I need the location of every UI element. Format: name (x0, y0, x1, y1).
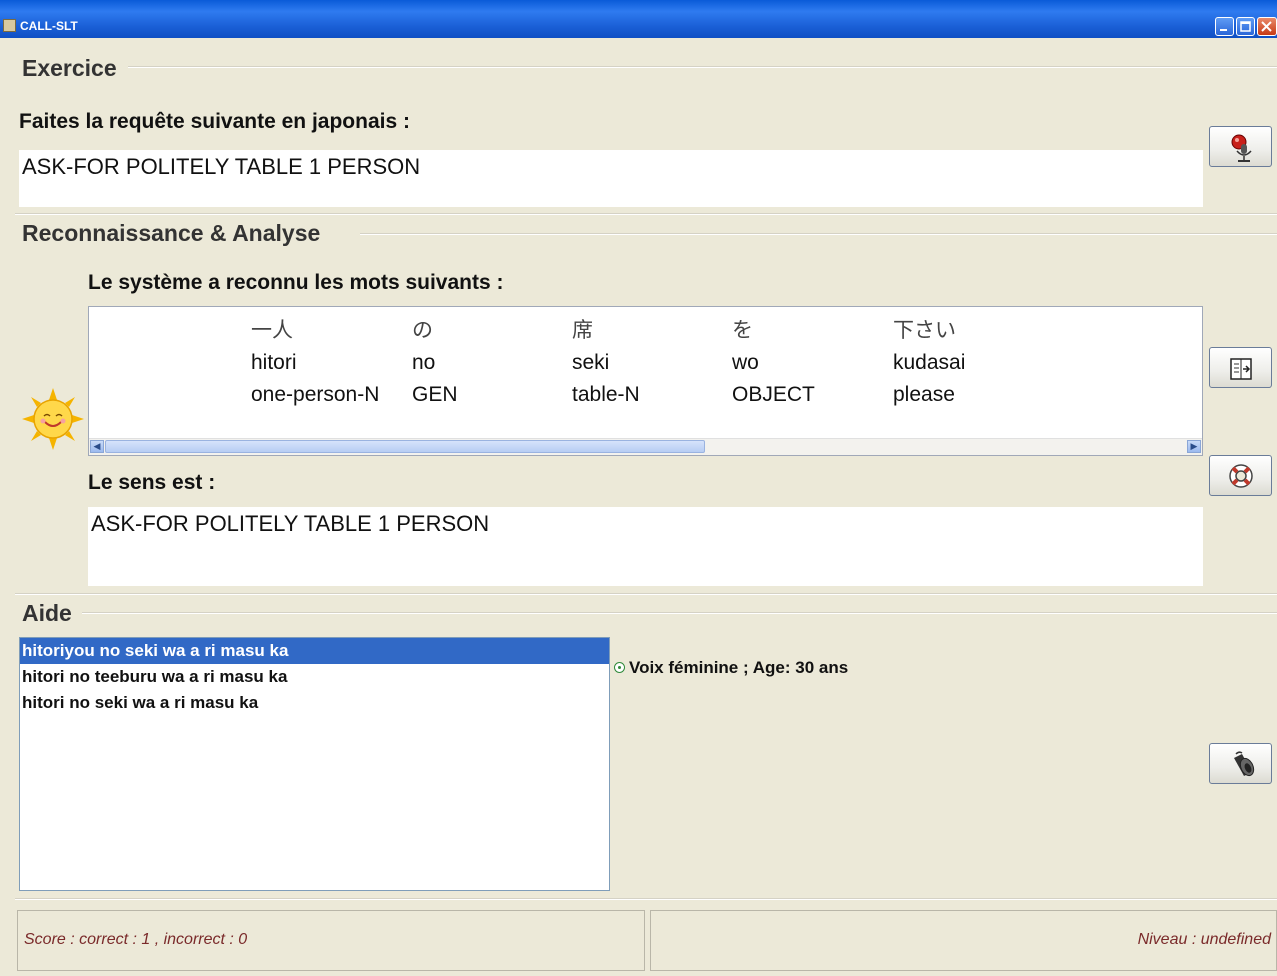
minimize-icon (1220, 29, 1227, 31)
smiling-sun-icon (22, 388, 84, 450)
title-bar: CALL-SLT (0, 0, 1277, 38)
word-romaji: kudasai (893, 351, 966, 374)
word-column: の no GEN (412, 315, 458, 411)
translate-button[interactable] (1209, 347, 1272, 388)
maximize-icon (1240, 21, 1251, 32)
lifebuoy-icon (1229, 464, 1253, 488)
app-icon (3, 19, 16, 32)
microphone-record-icon (1231, 134, 1252, 162)
voice-option[interactable]: Voix féminine ; Age: 30 ans (614, 658, 848, 678)
scroll-right-arrow-icon[interactable]: ▶ (1187, 440, 1201, 453)
exercise-heading: Exercice (22, 55, 117, 81)
word-gloss: please (893, 383, 955, 406)
close-button[interactable] (1257, 17, 1277, 36)
word-japanese: 一人 (251, 319, 293, 342)
window-title: CALL-SLT (20, 19, 78, 33)
scroll-left-arrow-icon[interactable]: ◀ (90, 440, 104, 453)
maximize-button[interactable] (1236, 17, 1255, 36)
horizontal-scrollbar[interactable]: ◀ ▶ (89, 438, 1202, 455)
word-japanese: の (412, 319, 433, 342)
prompt-label: Faites la requête suivante en japonais : (19, 110, 410, 133)
separator (15, 593, 1277, 595)
meaning-label: Le sens est : (88, 471, 216, 494)
list-item[interactable]: hitoriyou no seki wa a ri masu ka (20, 638, 609, 664)
word-column: 下さい kudasai please (893, 315, 965, 411)
list-item[interactable]: hitori no teeburu wa a ri masu ka (20, 664, 609, 690)
record-button[interactable] (1209, 126, 1272, 167)
word-romaji: wo (732, 351, 759, 374)
recognized-words-panel[interactable]: 一人 hitori one-person-N の no GEN 席 seki t… (88, 306, 1203, 456)
word-gloss: GEN (412, 383, 458, 406)
book-arrow-icon (1230, 358, 1252, 380)
score-text: Score : correct : 1 , incorrect : 0 (24, 931, 248, 948)
word-column: 一人 hitori one-person-N (251, 315, 379, 411)
word-japanese: を (732, 319, 753, 342)
word-gloss: table-N (572, 383, 640, 406)
separator (360, 233, 1277, 235)
help-sentence-list[interactable]: hitoriyou no seki wa a ri masu ka hitori… (19, 637, 610, 891)
word-romaji: hitori (251, 351, 297, 374)
word-japanese: 席 (572, 319, 593, 342)
word-column: を wo OBJECT (732, 315, 815, 411)
level-text: Niveau : undefined (1137, 931, 1271, 948)
words-label: Le système a reconnu les mots suivants : (88, 271, 504, 294)
separator (15, 898, 1277, 900)
list-item[interactable]: hitori no seki wa a ri masu ka (20, 690, 609, 716)
speaker-play-icon (1234, 751, 1255, 777)
prompt-text: ASK-FOR POLITELY TABLE 1 PERSON (19, 150, 1203, 207)
minimize-button[interactable] (1215, 17, 1234, 36)
close-icon (1261, 21, 1272, 32)
meaning-text: ASK-FOR POLITELY TABLE 1 PERSON (88, 507, 1203, 586)
voice-label: Voix féminine ; Age: 30 ans (629, 658, 849, 677)
word-gloss: OBJECT (732, 383, 815, 406)
radio-selected-icon[interactable] (614, 662, 625, 673)
help-heading: Aide (22, 600, 72, 626)
word-column: 席 seki table-N (572, 315, 640, 411)
recognition-heading: Reconnaissance & Analyse (22, 220, 321, 246)
word-gloss: one-person-N (251, 383, 380, 406)
word-romaji: seki (572, 351, 610, 374)
help-button[interactable] (1209, 455, 1272, 496)
separator (82, 612, 1277, 614)
separator (15, 213, 1277, 215)
word-japanese: 下さい (893, 319, 956, 342)
score-panel: Score : correct : 1 , incorrect : 0 (17, 910, 645, 971)
level-panel: Niveau : undefined (650, 910, 1277, 971)
word-romaji: no (412, 351, 436, 374)
scrollbar-thumb[interactable] (105, 440, 705, 453)
separator (128, 66, 1277, 68)
play-audio-button[interactable] (1209, 743, 1272, 784)
